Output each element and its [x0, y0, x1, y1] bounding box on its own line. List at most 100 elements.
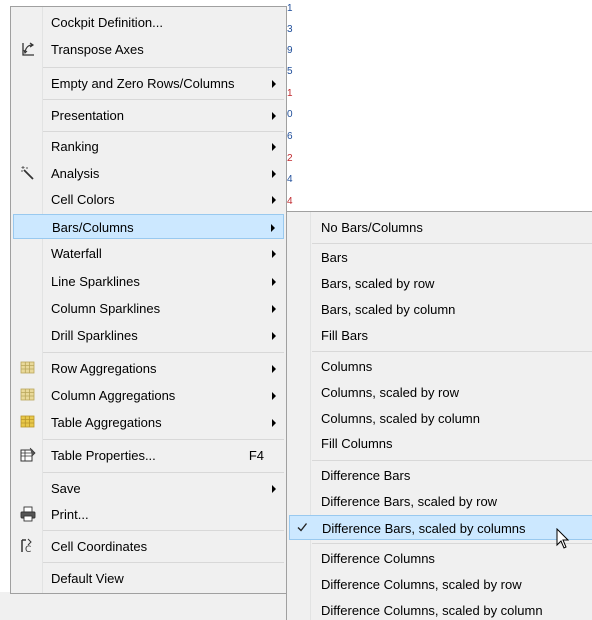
menu-item-label: Bars/Columns: [52, 220, 134, 235]
menu-item-label: Empty and Zero Rows/Columns: [51, 76, 235, 91]
menu-item-waterfall[interactable]: Waterfall: [13, 241, 284, 266]
submenu-item-difference-columns-scaled-by-row[interactable]: Difference Columns, scaled by row: [289, 572, 592, 597]
menu-item-label: Bars, scaled by column: [321, 302, 456, 317]
menu-item-column-sparklines[interactable]: Column Sparklines: [13, 296, 284, 321]
submenu-item-columns-scaled-by-row[interactable]: Columns, scaled by row: [289, 380, 592, 405]
menu-item-label: Columns, scaled by row: [321, 385, 459, 400]
submenu-arrow-icon: [272, 170, 276, 178]
menu-item-presentation[interactable]: Presentation: [13, 103, 284, 128]
submenu-arrow-icon: [272, 392, 276, 400]
background-strip: [10, 600, 286, 620]
menu-item-label: Save: [51, 481, 81, 496]
cell-digit: 1: [287, 3, 293, 14]
menu-item-label: Column Sparklines: [51, 301, 161, 316]
menu-item-label: Ranking: [51, 139, 99, 154]
menu-separator: [312, 243, 592, 244]
menu-item-label: Analysis: [51, 166, 100, 181]
menu-separator: [312, 543, 592, 544]
menu-separator: [43, 352, 284, 353]
cell-digit: 4: [287, 196, 293, 207]
menu-item-label: Difference Bars, scaled by row: [321, 494, 498, 509]
grid-icon: [20, 414, 36, 430]
menu-item-column-aggregations[interactable]: Column Aggregations: [13, 383, 284, 408]
cell-digit: 2: [287, 153, 293, 164]
menu-separator: [43, 99, 284, 100]
menu-item-save[interactable]: Save: [13, 476, 284, 501]
menu-item-label: Difference Bars: [321, 468, 411, 483]
menu-item-analysis[interactable]: Analysis: [13, 161, 284, 186]
submenu-item-columns[interactable]: Columns: [289, 354, 592, 379]
mouse-cursor-icon: [556, 527, 570, 550]
submenu-item-fill-bars[interactable]: Fill Bars: [289, 323, 592, 348]
submenu-item-difference-columns-scaled-by-column[interactable]: Difference Columns, scaled by column: [289, 598, 592, 620]
menu-separator: [43, 562, 284, 563]
menu-item-cockpit-definition[interactable]: Cockpit Definition...: [13, 10, 284, 35]
menu-item-label: Fill Columns: [321, 436, 393, 451]
shortcut-label: F4: [248, 448, 264, 463]
menu-item-bars-columns[interactable]: Bars/Columns: [13, 214, 284, 239]
menu-item-print[interactable]: Print...: [13, 502, 284, 527]
cell-coordinates-icon: C: [20, 538, 36, 555]
menu-separator: [312, 460, 592, 461]
menu-item-label: Cockpit Definition...: [51, 15, 163, 30]
menu-separator: [43, 131, 284, 132]
submenu-arrow-icon: [271, 224, 275, 232]
submenu-item-difference-bars-scaled-by-columns[interactable]: Difference Bars, scaled by columns: [289, 515, 592, 540]
table-properties-icon: [20, 447, 36, 463]
checkmark-icon: [295, 520, 309, 534]
submenu-item-columns-scaled-by-column[interactable]: Columns, scaled by column: [289, 406, 592, 431]
bars-columns-submenu: No Bars/Columns Bars Bars, scaled by row…: [286, 211, 592, 620]
printer-icon: [20, 506, 36, 522]
submenu-arrow-icon: [272, 196, 276, 204]
grid-icon: [20, 387, 36, 403]
svg-text:C: C: [25, 545, 31, 554]
submenu-item-no-bars-columns[interactable]: No Bars/Columns: [289, 215, 592, 240]
menu-separator: [43, 67, 284, 68]
submenu-item-difference-columns[interactable]: Difference Columns: [289, 546, 592, 571]
menu-item-label: Waterfall: [51, 246, 102, 261]
submenu-item-bars-scaled-by-column[interactable]: Bars, scaled by column: [289, 297, 592, 322]
menu-item-line-sparklines[interactable]: Line Sparklines: [13, 269, 284, 294]
submenu-arrow-icon: [272, 250, 276, 258]
submenu-item-bars-scaled-by-row[interactable]: Bars, scaled by row: [289, 271, 592, 296]
menu-item-label: Row Aggregations: [51, 361, 157, 376]
menu-item-label: Difference Columns: [321, 551, 435, 566]
menu-item-cell-colors[interactable]: Cell Colors: [13, 187, 284, 212]
submenu-item-fill-columns[interactable]: Fill Columns: [289, 431, 592, 456]
menu-item-row-aggregations[interactable]: Row Aggregations: [13, 356, 284, 381]
menu-item-empty-zero-rows-columns[interactable]: Empty and Zero Rows/Columns: [13, 71, 284, 96]
menu-separator: [43, 530, 284, 531]
cell-digit: 6: [287, 131, 293, 142]
menu-item-default-view[interactable]: Default View: [13, 566, 284, 591]
menu-item-label: No Bars/Columns: [321, 220, 423, 235]
menu-item-label: Drill Sparklines: [51, 328, 138, 343]
submenu-item-difference-bars-scaled-by-row[interactable]: Difference Bars, scaled by row: [289, 489, 592, 514]
submenu-arrow-icon: [272, 365, 276, 373]
cell-digit: 5: [287, 66, 293, 77]
menu-item-label: Columns: [321, 359, 373, 374]
menu-item-label: Table Aggregations: [51, 415, 162, 430]
menu-item-label: Default View: [51, 571, 124, 586]
menu-item-table-aggregations[interactable]: Table Aggregations: [13, 410, 284, 435]
menu-item-drill-sparklines[interactable]: Drill Sparklines: [13, 323, 284, 348]
submenu-arrow-icon: [272, 485, 276, 493]
menu-item-label: Bars: [321, 250, 348, 265]
menu-item-cell-coordinates[interactable]: C Cell Coordinates: [13, 534, 284, 559]
menu-item-table-properties[interactable]: Table Properties... F4: [13, 443, 284, 468]
menu-item-ranking[interactable]: Ranking: [13, 134, 284, 159]
menu-separator: [312, 351, 592, 352]
magic-wand-icon: [20, 165, 36, 181]
cell-digit: 1: [287, 88, 293, 99]
submenu-arrow-icon: [272, 80, 276, 88]
submenu-arrow-icon: [272, 278, 276, 286]
submenu-item-bars[interactable]: Bars: [289, 245, 592, 270]
menu-item-label: Presentation: [51, 108, 124, 123]
menu-separator: [43, 439, 284, 440]
submenu-arrow-icon: [272, 112, 276, 120]
menu-item-label: Transpose Axes: [51, 42, 144, 57]
grid-icon: [20, 360, 36, 376]
cell-digit: 3: [287, 24, 293, 35]
menu-item-transpose-axes[interactable]: Transpose Axes: [13, 37, 284, 62]
menu-item-label: Cell Coordinates: [51, 539, 148, 554]
submenu-item-difference-bars[interactable]: Difference Bars: [289, 463, 592, 488]
